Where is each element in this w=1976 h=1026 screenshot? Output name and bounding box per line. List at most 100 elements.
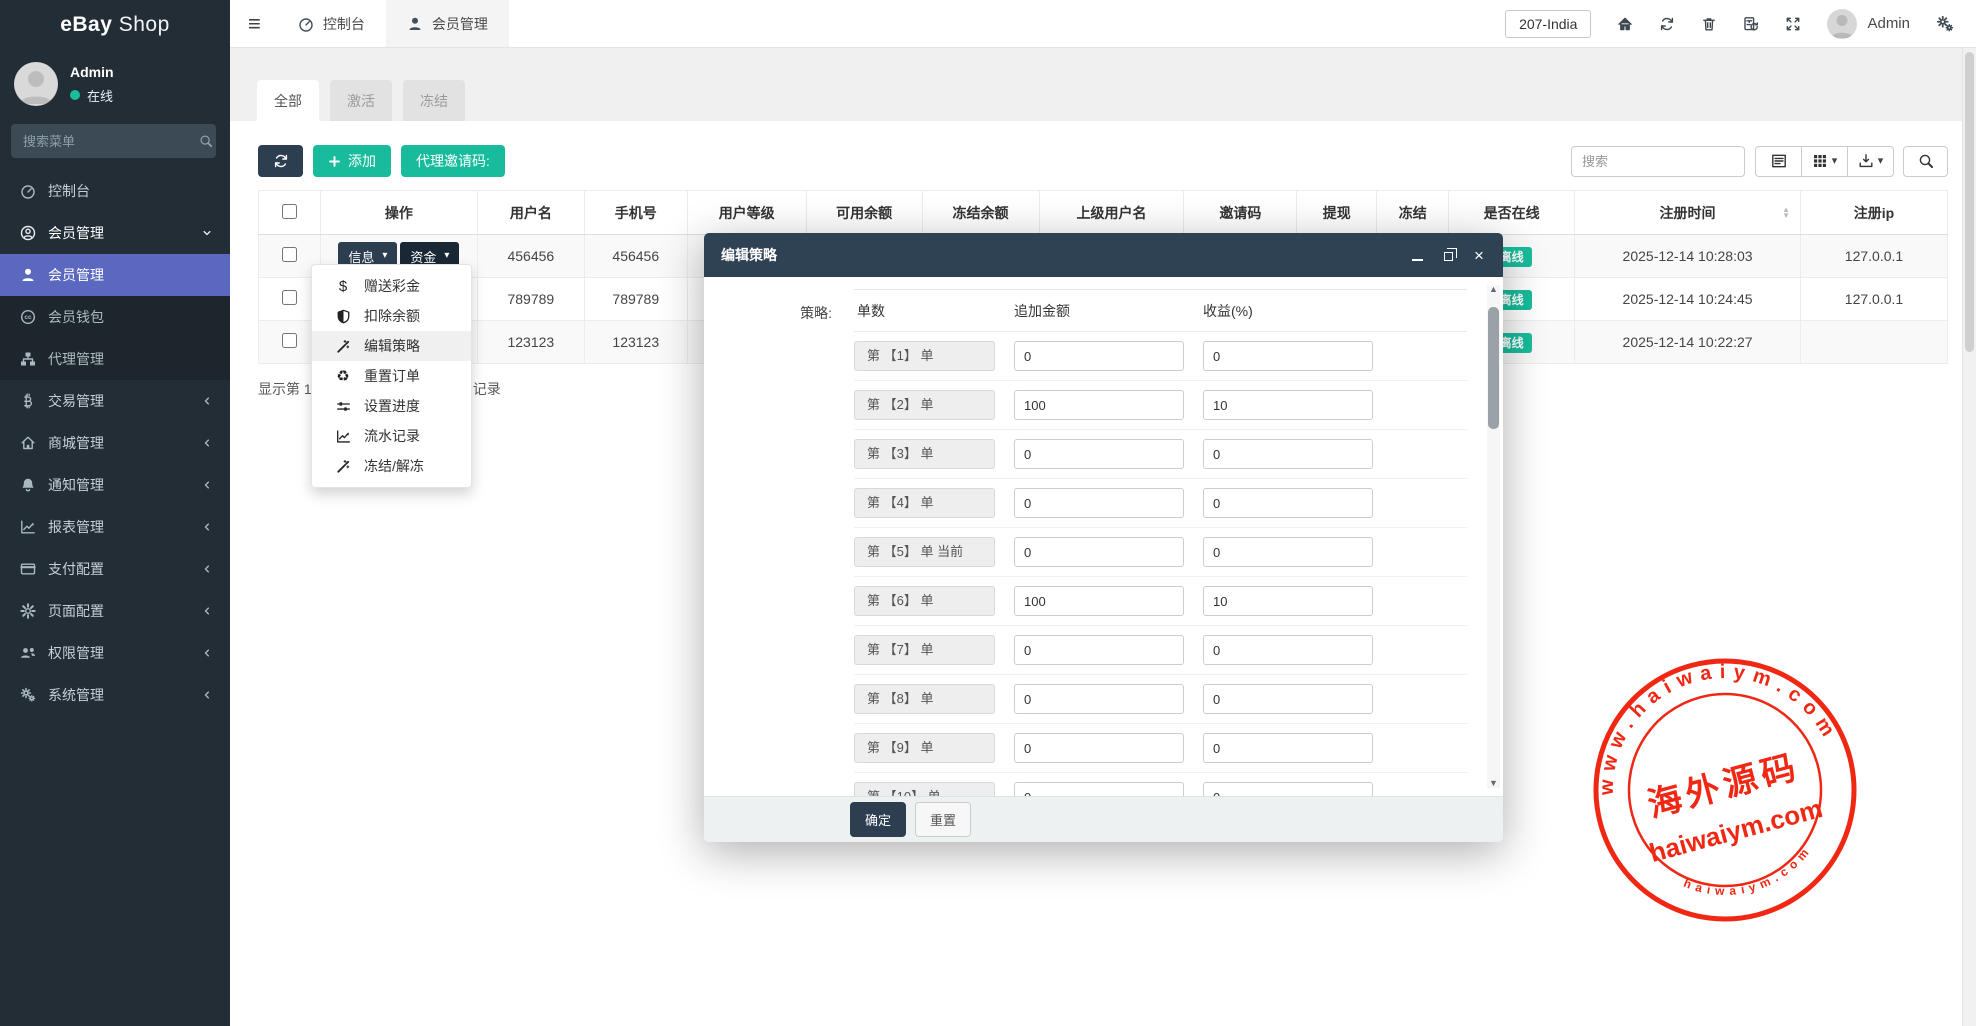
strategy-row: 第 【10】 单 bbox=[854, 773, 1467, 796]
dropdown-item[interactable]: ♻重置订单 bbox=[312, 361, 471, 391]
dropdown-item-label: 冻结/解冻 bbox=[364, 456, 424, 476]
column-header: 上级用户名 bbox=[1039, 191, 1184, 235]
sidebar-item[interactable]: 页面配置 bbox=[0, 590, 230, 632]
sidebar-item[interactable]: 控制台 bbox=[0, 170, 230, 212]
add-amount-input[interactable] bbox=[1014, 488, 1184, 518]
cell: 456456 bbox=[584, 235, 687, 278]
refresh-table-button[interactable] bbox=[258, 145, 303, 177]
profit-percent-input[interactable] bbox=[1203, 488, 1373, 518]
translate-icon[interactable] bbox=[1743, 16, 1759, 32]
dropdown-item[interactable]: 设置进度 bbox=[312, 391, 471, 421]
bitcoin-icon bbox=[19, 393, 37, 409]
cell: 456456 bbox=[477, 235, 584, 278]
select-all-checkbox[interactable] bbox=[282, 204, 297, 219]
profit-percent-input[interactable] bbox=[1203, 537, 1373, 567]
confirm-button[interactable]: 确定 bbox=[850, 802, 906, 837]
sidebar-search-input[interactable] bbox=[23, 134, 199, 149]
strategy-row: 第 【6】 单 bbox=[854, 577, 1467, 626]
sidebar-item[interactable]: 会员管理 bbox=[0, 212, 230, 254]
profit-percent-input[interactable] bbox=[1203, 586, 1373, 616]
fullscreen-icon[interactable] bbox=[1785, 16, 1801, 32]
modal-scrollbar[interactable]: ▲ ▼ bbox=[1487, 285, 1500, 788]
sidebar-item[interactable]: 会员管理 bbox=[0, 254, 230, 296]
agent-invite-code-button[interactable]: 代理邀请码: bbox=[401, 145, 505, 177]
profit-percent-input[interactable] bbox=[1203, 439, 1373, 469]
reset-button[interactable]: 重置 bbox=[915, 802, 971, 837]
add-amount-input[interactable] bbox=[1014, 537, 1184, 567]
dropdown-item[interactable]: 流水记录 bbox=[312, 421, 471, 451]
dropdown-item[interactable]: 扣除余额 bbox=[312, 301, 471, 331]
scroll-up-icon[interactable]: ▲ bbox=[1487, 285, 1500, 294]
add-amount-input[interactable] bbox=[1014, 635, 1184, 665]
sidebar-item[interactable]: cc会员钱包 bbox=[0, 296, 230, 338]
profit-percent-input[interactable] bbox=[1203, 390, 1373, 420]
sidebar-item-label: 页面配置 bbox=[48, 601, 104, 621]
page-scrollbar[interactable] bbox=[1962, 48, 1976, 1026]
row-checkbox[interactable] bbox=[282, 247, 297, 262]
sidebar-item-label: 控制台 bbox=[48, 181, 90, 201]
close-icon: × bbox=[1474, 247, 1484, 264]
order-step-label: 第 【7】 单 bbox=[854, 635, 995, 665]
sidebar-item[interactable]: 支付配置 bbox=[0, 548, 230, 590]
home-icon[interactable] bbox=[1617, 16, 1633, 32]
dropdown-item[interactable]: $赠送彩金 bbox=[312, 271, 471, 301]
table-header-row: 操作用户名手机号用户等级可用余额冻结余额上级用户名邀请码提现冻结是否在线注册时间… bbox=[259, 191, 1948, 235]
scroll-down-icon[interactable]: ▼ bbox=[1487, 779, 1500, 788]
maximize-button[interactable] bbox=[1441, 248, 1455, 262]
sidebar-item[interactable]: 报表管理 bbox=[0, 506, 230, 548]
sidebar-item[interactable]: 代理管理 bbox=[0, 338, 230, 380]
add-amount-input[interactable] bbox=[1014, 586, 1184, 616]
order-step-label: 第 【5】 单 当前 bbox=[854, 537, 995, 567]
dropdown-item[interactable]: 冻结/解冻 bbox=[312, 451, 471, 481]
hamburger-icon[interactable]: ≡ bbox=[230, 13, 277, 35]
detail-view-button[interactable] bbox=[1755, 146, 1802, 177]
sidebar-item[interactable]: 系统管理 bbox=[0, 674, 230, 716]
chevron-left-icon bbox=[198, 437, 216, 449]
search-button[interactable] bbox=[1903, 146, 1948, 177]
maximize-icon bbox=[1444, 252, 1453, 261]
add-amount-input[interactable] bbox=[1014, 733, 1184, 763]
sidebar-item[interactable]: 商城管理 bbox=[0, 422, 230, 464]
add-amount-input[interactable] bbox=[1014, 341, 1184, 371]
navbar-user[interactable]: Admin bbox=[1827, 9, 1910, 39]
modal-header: 编辑策略 × bbox=[704, 233, 1503, 277]
profit-percent-input[interactable] bbox=[1203, 684, 1373, 714]
navbar-tab-dashboard[interactable]: 控制台 bbox=[277, 0, 386, 47]
column-header: 收益(%) bbox=[1203, 301, 1467, 321]
page-tab[interactable]: 全部 bbox=[257, 80, 319, 121]
add-amount-input[interactable] bbox=[1014, 684, 1184, 714]
sidebar-item[interactable]: 交易管理 bbox=[0, 380, 230, 422]
region-selector[interactable]: 207-India bbox=[1505, 10, 1591, 38]
toolbar-right: ▾ ▾ bbox=[1571, 146, 1948, 177]
cogs-icon bbox=[19, 687, 37, 703]
page-scrollbar-thumb[interactable] bbox=[1965, 52, 1974, 352]
table-search-input[interactable] bbox=[1571, 146, 1745, 177]
view-button-group: ▾ ▾ bbox=[1755, 146, 1894, 177]
add-amount-input[interactable] bbox=[1014, 782, 1184, 796]
sidebar-item[interactable]: 通知管理 bbox=[0, 464, 230, 506]
profit-percent-input[interactable] bbox=[1203, 635, 1373, 665]
sidebar-item[interactable]: 权限管理 bbox=[0, 632, 230, 674]
dropdown-item[interactable]: 编辑策略 bbox=[312, 331, 471, 361]
add-amount-input[interactable] bbox=[1014, 390, 1184, 420]
profit-percent-input[interactable] bbox=[1203, 341, 1373, 371]
page-tab[interactable]: 冻结 bbox=[403, 80, 465, 121]
profit-percent-input[interactable] bbox=[1203, 733, 1373, 763]
row-checkbox[interactable] bbox=[282, 333, 297, 348]
minimize-button[interactable] bbox=[1410, 248, 1424, 262]
row-checkbox[interactable] bbox=[282, 290, 297, 305]
refresh-icon[interactable] bbox=[1659, 16, 1675, 32]
column-header-sortable[interactable]: 注册时间▲▼ bbox=[1575, 191, 1801, 235]
modal-scrollbar-thumb[interactable] bbox=[1488, 307, 1499, 429]
trash-icon[interactable] bbox=[1701, 16, 1717, 32]
close-button[interactable]: × bbox=[1472, 248, 1486, 262]
columns-button[interactable]: ▾ bbox=[1801, 146, 1848, 177]
page-tab[interactable]: 激活 bbox=[330, 80, 392, 121]
export-button[interactable]: ▾ bbox=[1847, 146, 1894, 177]
dropdown-item-label: 赠送彩金 bbox=[364, 276, 420, 296]
cogs-icon[interactable] bbox=[1936, 15, 1954, 33]
add-button[interactable]: 添加 bbox=[313, 145, 391, 177]
profit-percent-input[interactable] bbox=[1203, 782, 1373, 796]
navbar-tab-members[interactable]: 会员管理 bbox=[386, 0, 509, 47]
add-amount-input[interactable] bbox=[1014, 439, 1184, 469]
